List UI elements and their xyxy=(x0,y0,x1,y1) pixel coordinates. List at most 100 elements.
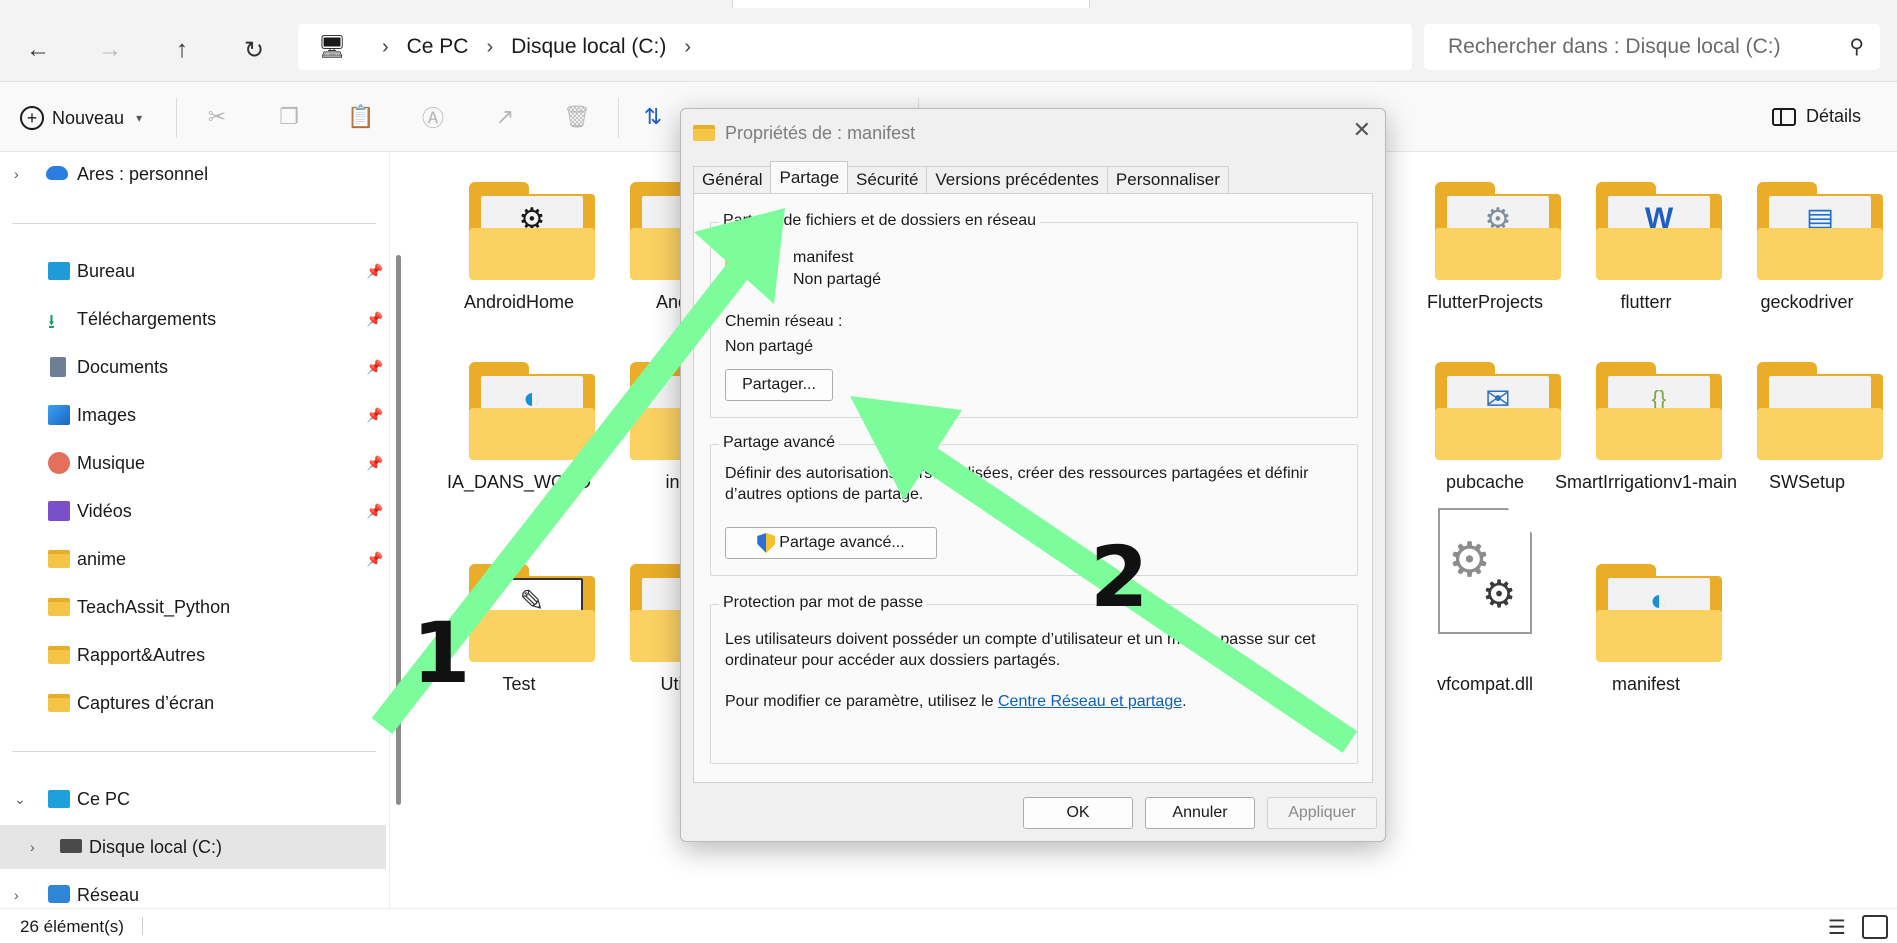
sidebar-item-label: Musique xyxy=(77,452,146,473)
sort-icon[interactable]: ⇅ xyxy=(638,102,668,132)
sidebar-item-local-disk[interactable]: › Disque local (C:) xyxy=(0,825,386,869)
ok-button[interactable]: OK xyxy=(1023,797,1133,829)
sidebar-item-label: Documents xyxy=(77,356,169,377)
chevron-right-icon[interactable]: › xyxy=(684,36,691,59)
refresh-button[interactable]: ↻ xyxy=(234,30,274,70)
file-item[interactable]: ◐ manifest xyxy=(1571,534,1722,704)
file-item[interactable]: ▤ geckodriver xyxy=(1732,152,1883,322)
list-view-icon[interactable]: ☰ xyxy=(1828,915,1846,940)
divider xyxy=(618,98,619,138)
folder-icon xyxy=(48,646,70,664)
breadcrumb-local-disk[interactable]: Disque local (C:) xyxy=(511,35,666,59)
file-item[interactable]: ⚙ ⚙ vfcompat.dll xyxy=(1410,508,1560,704)
folder-icon xyxy=(48,598,70,616)
monitor-icon xyxy=(48,790,70,808)
file-name: manifest xyxy=(1611,674,1681,694)
sidebar-item-label: Images xyxy=(77,404,137,425)
sidebar-item-label: Bureau xyxy=(77,260,136,281)
file-item[interactable]: W flutterr xyxy=(1571,152,1722,322)
network-icon xyxy=(48,885,70,903)
file-item[interactable]: ✉ pubcache xyxy=(1410,332,1561,502)
file-item[interactable]: ⚙ FlutterProjects xyxy=(1410,152,1561,322)
file-item[interactable]: SWSetup xyxy=(1732,332,1883,502)
sidebar-item-videos[interactable]: Vidéos 📌 xyxy=(0,489,386,533)
apply-button[interactable]: Appliquer xyxy=(1267,797,1377,829)
file-item[interactable]: {} SmartIrrigationv1-main xyxy=(1555,332,1737,502)
details-button[interactable]: Détails xyxy=(1771,106,1861,127)
pin-icon[interactable]: 📌 xyxy=(366,263,383,280)
tab-securite[interactable]: Sécurité xyxy=(847,166,928,193)
new-button[interactable]: + Nouveau ▾ xyxy=(20,102,142,134)
sidebar-item-label: anime xyxy=(77,548,127,569)
chevron-right-icon[interactable]: › xyxy=(30,839,35,855)
pin-icon[interactable]: 📌 xyxy=(366,455,383,472)
active-tab[interactable] xyxy=(732,0,1090,8)
network-center-link[interactable]: Centre Réseau et partage xyxy=(998,693,1182,710)
sidebar-item-this-pc[interactable]: ⌄ Ce PC xyxy=(0,777,386,821)
folder-icon: ◐ xyxy=(469,362,595,460)
file-item[interactable]: ⚙ AndroidHome xyxy=(444,152,595,322)
divider xyxy=(142,917,143,935)
forward-button[interactable]: → xyxy=(90,30,130,70)
advanced-sharing-description: Définir des autorisations personnalisées… xyxy=(725,465,1309,503)
share-button[interactable]: Partager... xyxy=(725,369,833,401)
paste-icon[interactable]: 📋 xyxy=(346,102,376,132)
sidebar-item-label: Rapport&Autres xyxy=(77,644,206,665)
tab-personnaliser[interactable]: Personnaliser xyxy=(1106,166,1229,193)
tab-general[interactable]: Général xyxy=(693,166,772,193)
password-protection-hint: Pour modifier ce paramètre, utilisez le … xyxy=(725,693,1187,710)
tab-versions[interactable]: Versions précédentes xyxy=(926,166,1108,193)
chevron-right-icon[interactable]: › xyxy=(14,166,19,182)
rename-icon[interactable]: Ⓐ xyxy=(418,102,448,132)
arrow-right-icon: → xyxy=(98,36,122,63)
sidebar-item-bureau[interactable]: Bureau 📌 xyxy=(0,249,386,293)
shared-folder-name: manifest xyxy=(793,249,854,266)
copy-icon[interactable]: ❐ xyxy=(274,102,304,132)
sidebar-item-label: Disque local (C:) xyxy=(89,836,223,857)
sidebar-item-captures[interactable]: Captures d’écran xyxy=(0,681,386,725)
network-path-value: Non partagé xyxy=(725,338,814,355)
up-button[interactable]: ↑ xyxy=(162,30,202,70)
sidebar-item-label: Vidéos xyxy=(77,500,132,521)
sidebar-item-anime[interactable]: anime 📌 xyxy=(0,537,386,581)
sidebar-item-musique[interactable]: Musique 📌 xyxy=(0,441,386,485)
group-title: Partage de fichiers et de dossiers en ré… xyxy=(719,212,1041,230)
network-sharing-group: Partage de fichiers et de dossiers en ré… xyxy=(710,212,1358,418)
file-item[interactable]: ◐ IA_DANS_WORD xyxy=(444,332,595,502)
cancel-button[interactable]: Annuler xyxy=(1145,797,1255,829)
sidebar-item-teachassit[interactable]: TeachAssit_Python xyxy=(0,585,386,629)
cut-icon[interactable]: ✂ xyxy=(202,102,232,132)
folder-icon: ◐ xyxy=(1596,564,1722,662)
pin-icon[interactable]: 📌 xyxy=(366,503,383,520)
breadcrumb-this-pc[interactable]: Ce PC xyxy=(407,35,469,59)
properties-dialog: Propriétés de : manifest ✕ Général Parta… xyxy=(680,108,1386,842)
address-bar[interactable]: 🖥 › Ce PC › Disque local (C:) › xyxy=(298,24,1412,70)
sidebar-scrollbar[interactable] xyxy=(396,255,401,805)
sidebar-item-documents[interactable]: Documents 📌 xyxy=(0,345,386,389)
step-number-2: 2 xyxy=(1090,528,1149,626)
pin-icon[interactable]: 📌 xyxy=(366,311,383,328)
close-icon[interactable]: ✕ xyxy=(1353,117,1371,143)
download-icon: ⭳ xyxy=(48,311,55,333)
advanced-sharing-button[interactable]: Partage avancé... xyxy=(725,527,937,559)
search-input[interactable]: Rechercher dans : Disque local (C:) ⚲ xyxy=(1424,24,1880,70)
back-button[interactable]: ← xyxy=(18,30,58,70)
sidebar-item-telechargements[interactable]: ⭳ Téléchargements 📌 xyxy=(0,297,386,341)
pin-icon[interactable]: 📌 xyxy=(366,359,383,376)
share-icon[interactable]: ↗ xyxy=(490,102,520,132)
tab-partage[interactable]: Partage xyxy=(770,161,849,193)
chevron-down-icon[interactable]: ⌄ xyxy=(14,791,26,808)
item-count: 26 élément(s) xyxy=(20,917,124,936)
sidebar-item-onedrive[interactable]: › Ares : personnel xyxy=(0,152,386,196)
drive-icon xyxy=(60,839,82,853)
pin-icon[interactable]: 📌 xyxy=(366,551,383,568)
images-icon xyxy=(48,405,70,425)
tiles-view-icon[interactable] xyxy=(1862,915,1888,939)
sidebar-item-images[interactable]: Images 📌 xyxy=(0,393,386,437)
delete-icon[interactable]: 🗑 xyxy=(562,102,592,132)
pin-icon[interactable]: 📌 xyxy=(366,407,383,424)
sidebar-item-rapport[interactable]: Rapport&Autres xyxy=(0,633,386,677)
folder-icon xyxy=(48,550,70,568)
sidebar-item-label: Téléchargements xyxy=(77,308,217,329)
chevron-right-icon[interactable]: › xyxy=(14,887,19,903)
